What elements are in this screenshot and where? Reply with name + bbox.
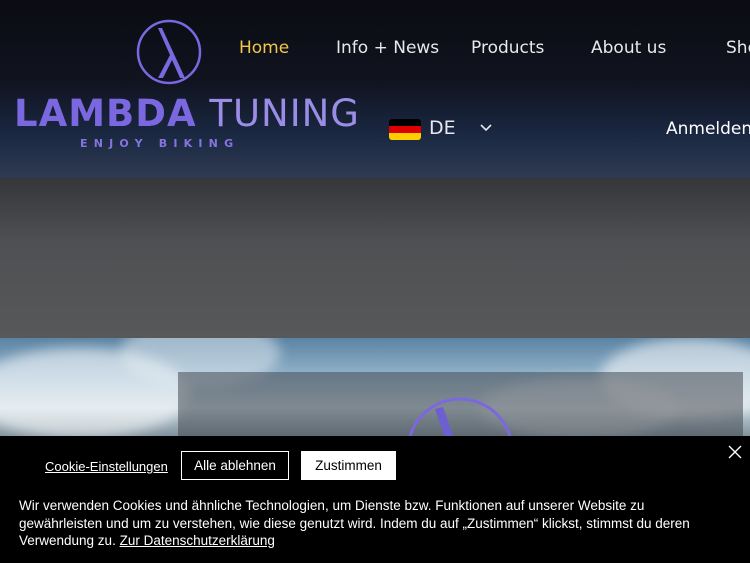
- logo-wordmark[interactable]: LAMBDA TUNING: [14, 92, 360, 135]
- cookie-description: Wir verwenden Cookies und ähnliche Techn…: [19, 497, 719, 550]
- site-header: LAMBDA TUNING ENJOY BIKING Home Info + N…: [0, 0, 750, 178]
- language-selector[interactable]: DE: [389, 116, 499, 142]
- nav-item-info-news[interactable]: Info + News: [336, 38, 439, 58]
- logo-tagline: ENJOY BIKING: [80, 137, 240, 150]
- hero-image: [0, 338, 750, 438]
- germany-flag-icon: [389, 119, 421, 140]
- privacy-policy-link[interactable]: Zur Datenschutzerklärung: [120, 533, 275, 548]
- login-button[interactable]: Anmelden: [666, 119, 750, 139]
- cookie-settings-link[interactable]: Cookie-Einstellungen: [45, 459, 168, 474]
- cookie-banner: Cookie-Einstellungen Alle ablehnen Zusti…: [0, 436, 750, 563]
- lambda-logo-icon[interactable]: [135, 18, 203, 86]
- logo-name-light: TUNING: [209, 92, 360, 135]
- banner-strip: [0, 178, 750, 338]
- nav-item-about-us[interactable]: About us: [591, 38, 666, 58]
- nav-item-shop[interactable]: Sho: [726, 38, 750, 58]
- reject-all-button[interactable]: Alle ablehnen: [181, 451, 289, 480]
- nav-item-home[interactable]: Home: [239, 38, 289, 58]
- accept-button[interactable]: Zustimmen: [301, 451, 396, 480]
- language-code: DE: [429, 117, 456, 139]
- close-icon[interactable]: [728, 445, 742, 459]
- nav-item-products[interactable]: Products: [471, 38, 544, 58]
- logo-name-bold: LAMBDA: [14, 92, 197, 135]
- chevron-down-icon: [480, 124, 492, 132]
- lambda-logo-icon: [408, 397, 512, 438]
